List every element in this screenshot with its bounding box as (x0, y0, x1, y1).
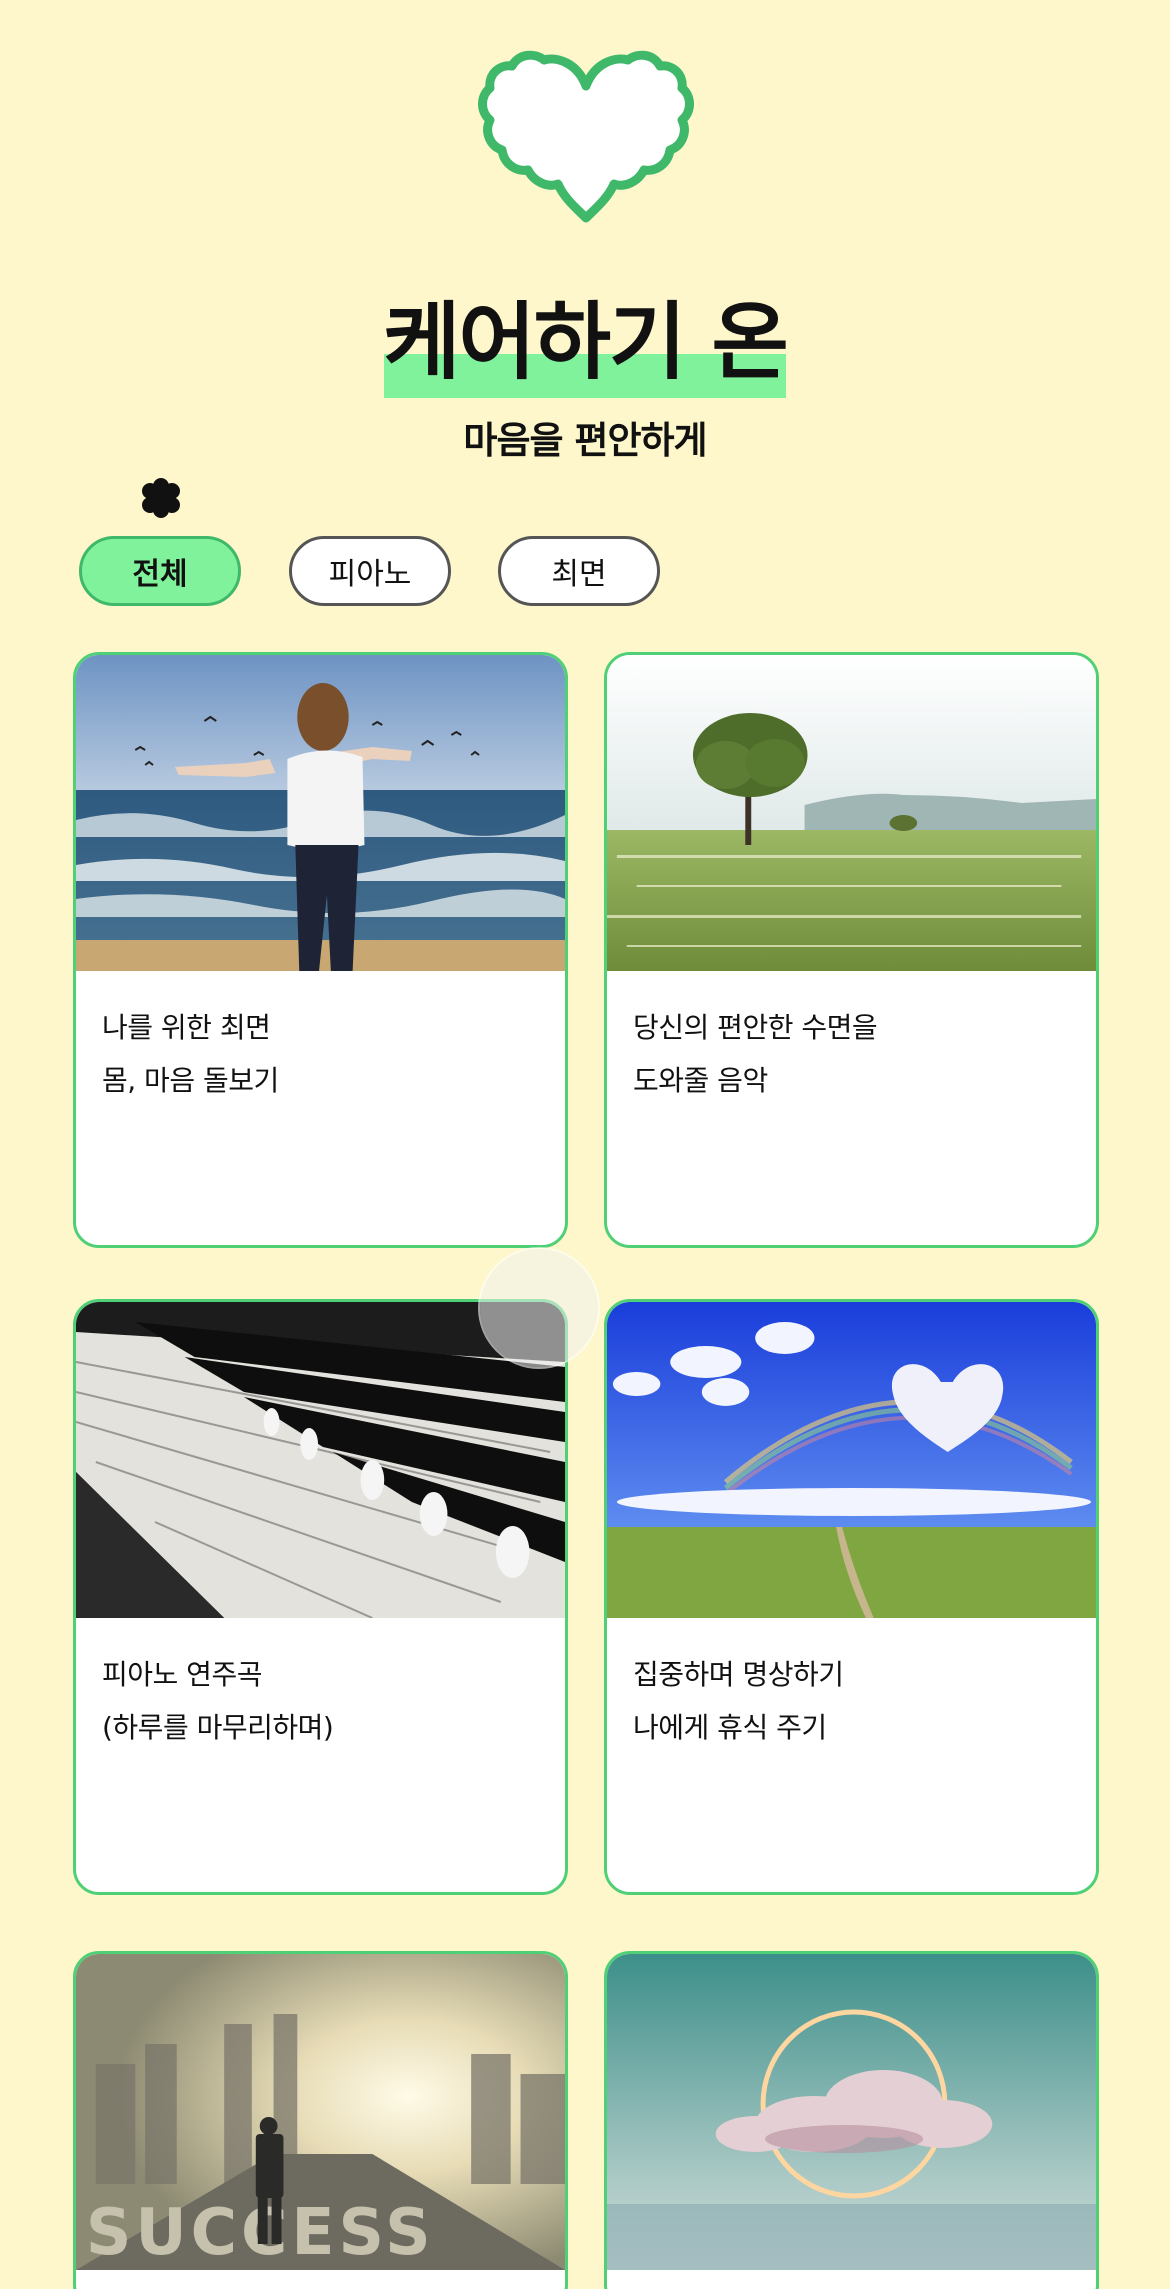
filter-chip-piano[interactable]: 피아노 (289, 536, 451, 606)
card-subtitle: 몸, 마음 돌보기 (102, 1064, 279, 1097)
card-image-success-road: SUCCESS (76, 1954, 565, 2270)
content-card[interactable]: 집중하며 명상하기 나에게 휴식 주기 (604, 1299, 1099, 1895)
card-image-cloud-ring-sea (607, 1954, 1096, 2270)
card-title: 집중하며 명상하기 (633, 1658, 844, 1691)
content-card[interactable]: 피아노 연주곡 (하루를 마무리하며) (73, 1299, 568, 1895)
touch-indicator (480, 1249, 598, 1367)
flower-icon (141, 478, 181, 518)
page: 케어하기 온 마음을 편안하게 전체 피아노 최면 나를 위한 최면 몸, 마음… (0, 0, 1170, 2289)
card-text: 나를 위한 최면 몸, 마음 돌보기 (102, 1001, 545, 1107)
card-image-heart-cloud-rainbow (607, 1302, 1096, 1618)
card-title: 피아노 연주곡 (102, 1658, 262, 1691)
content-card[interactable]: 당신의 편안한 수면을 도와줄 음악 (604, 652, 1099, 1248)
page-title: 케어하기 온 (383, 293, 789, 391)
content-card[interactable] (604, 1951, 1099, 2289)
card-text: 피아노 연주곡 (하루를 마무리하며) (102, 1648, 545, 1754)
filter-chips: 전체 피아노 최면 (0, 536, 1170, 608)
card-subtitle: (하루를 마무리하며) (102, 1711, 334, 1744)
card-image-woman-at-beach (76, 655, 565, 971)
page-subtitle: 마음을 편안하게 (463, 419, 707, 462)
card-image-piano-keys (76, 1302, 565, 1618)
card-title: 당신의 편안한 수면을 (633, 1011, 878, 1044)
heart-flower-icon (478, 42, 694, 230)
content-card[interactable]: SUCCESS (73, 1951, 568, 2289)
title-block: 케어하기 온 (0, 292, 1170, 398)
card-text: 당신의 편안한 수면을 도와줄 음악 (633, 1001, 1076, 1107)
filter-chip-all[interactable]: 전체 (79, 536, 241, 606)
content-card[interactable]: 나를 위한 최면 몸, 마음 돌보기 (73, 652, 568, 1248)
filter-chip-hypnosis[interactable]: 최면 (498, 536, 660, 606)
card-subtitle: 나에게 휴식 주기 (633, 1711, 827, 1744)
card-title: 나를 위한 최면 (102, 1011, 271, 1044)
card-subtitle: 도와줄 음악 (633, 1064, 768, 1097)
card-image-tree-in-meadow (607, 655, 1096, 971)
card-text: 집중하며 명상하기 나에게 휴식 주기 (633, 1648, 1076, 1754)
